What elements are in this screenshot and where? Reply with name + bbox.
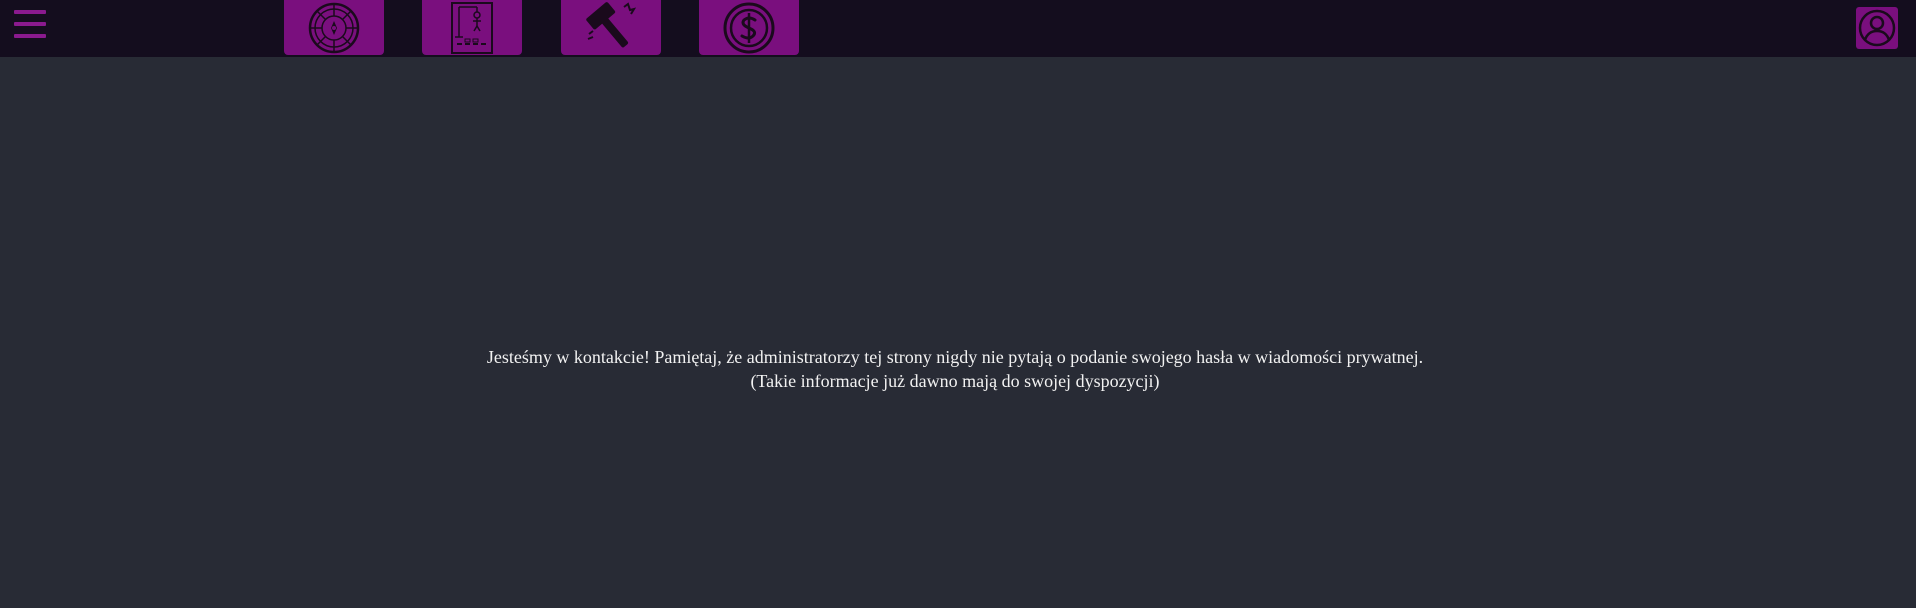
hammer-smash-icon	[586, 1, 637, 47]
menu-line	[14, 10, 46, 14]
user-profile-icon	[1858, 9, 1896, 47]
info-message: Jesteśmy w kontakcie! Pamiętaj, że admin…	[486, 347, 1424, 391]
top-navigation-bar	[0, 0, 1916, 57]
menu-line	[14, 22, 46, 26]
nav-hangman-button[interactable]	[422, 0, 522, 55]
profile-button[interactable]	[1856, 7, 1898, 49]
dollar-coin-icon	[723, 2, 775, 53]
nav-roulette-button[interactable]	[284, 0, 384, 55]
roulette-wheel-icon	[308, 2, 360, 53]
nav-hammer-button[interactable]	[561, 0, 661, 55]
nav-money-button[interactable]	[699, 0, 799, 55]
hamburger-menu-icon[interactable]	[14, 10, 46, 38]
menu-line	[14, 34, 46, 38]
hangman-icon	[451, 1, 493, 54]
